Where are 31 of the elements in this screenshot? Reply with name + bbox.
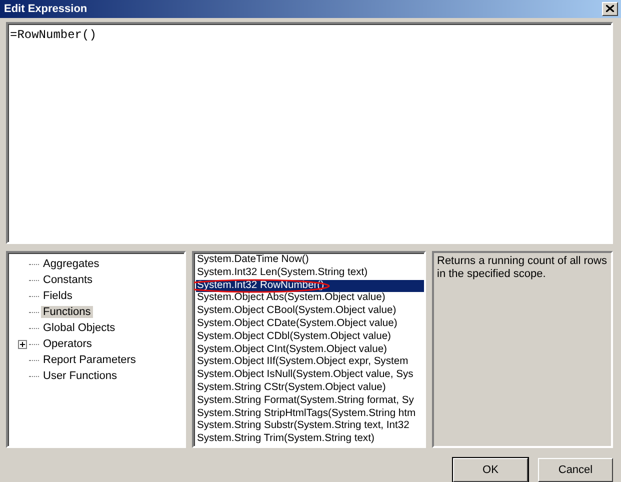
window-title: Edit Expression	[4, 2, 88, 15]
tree-item[interactable]: Operators	[41, 338, 94, 350]
tree-item[interactable]: User Functions	[41, 370, 119, 382]
list-item[interactable]: System.String StripHtmlTags(System.String htm	[196, 408, 424, 420]
list-item[interactable]: System.Object IIf(System.Object expr, System	[196, 356, 424, 370]
ok-button[interactable]: OK	[453, 458, 528, 482]
expand-icon[interactable]	[18, 340, 27, 349]
tree-item[interactable]: Aggregates	[41, 258, 102, 270]
tree-item[interactable]: Global Objects	[41, 322, 118, 334]
list-item[interactable]: System.String CStr(System.Object value)	[196, 382, 424, 395]
list-item[interactable]: System.String Format(System.String format, Sy	[196, 394, 424, 408]
tree-item[interactable]: Constants	[41, 274, 95, 286]
cancel-button[interactable]: Cancel	[538, 458, 613, 482]
expression-editor[interactable]: =RowNumber()	[6, 22, 613, 244]
list-item[interactable]: System.Object CDbl(System.Object value)	[196, 330, 424, 344]
list-item[interactable]: System.DateTime Now()	[196, 254, 424, 267]
list-item[interactable]: System.Int32 Len(System.String text)	[196, 266, 424, 280]
list-item[interactable]: System.String Substr(System.String text, Int32	[196, 420, 424, 434]
tree-item[interactable]: Report Parameters	[41, 354, 138, 366]
tree-item[interactable]: Fields	[41, 290, 74, 302]
tree-item[interactable]: Functions	[41, 306, 93, 318]
expression-text: =RowNumber()	[10, 28, 96, 42]
list-item[interactable]: System.Object CInt(System.Object value)	[196, 344, 424, 356]
list-item[interactable]: System.Object IsNull(System.Object value, Sys	[196, 369, 424, 382]
description-text: Returns a running count of all rows in the specified scope.	[437, 255, 607, 280]
close-button[interactable]	[602, 2, 618, 16]
list-item[interactable]: System.String Trim(System.String text)	[196, 433, 424, 446]
list-item[interactable]: System.Object Abs(System.Object value)	[196, 292, 424, 306]
list-item[interactable]: System.Object CBool(System.Object value)	[196, 305, 424, 318]
close-icon	[606, 5, 614, 12]
list-item[interactable]: System.Object CDate(System.Object value)	[196, 318, 424, 331]
